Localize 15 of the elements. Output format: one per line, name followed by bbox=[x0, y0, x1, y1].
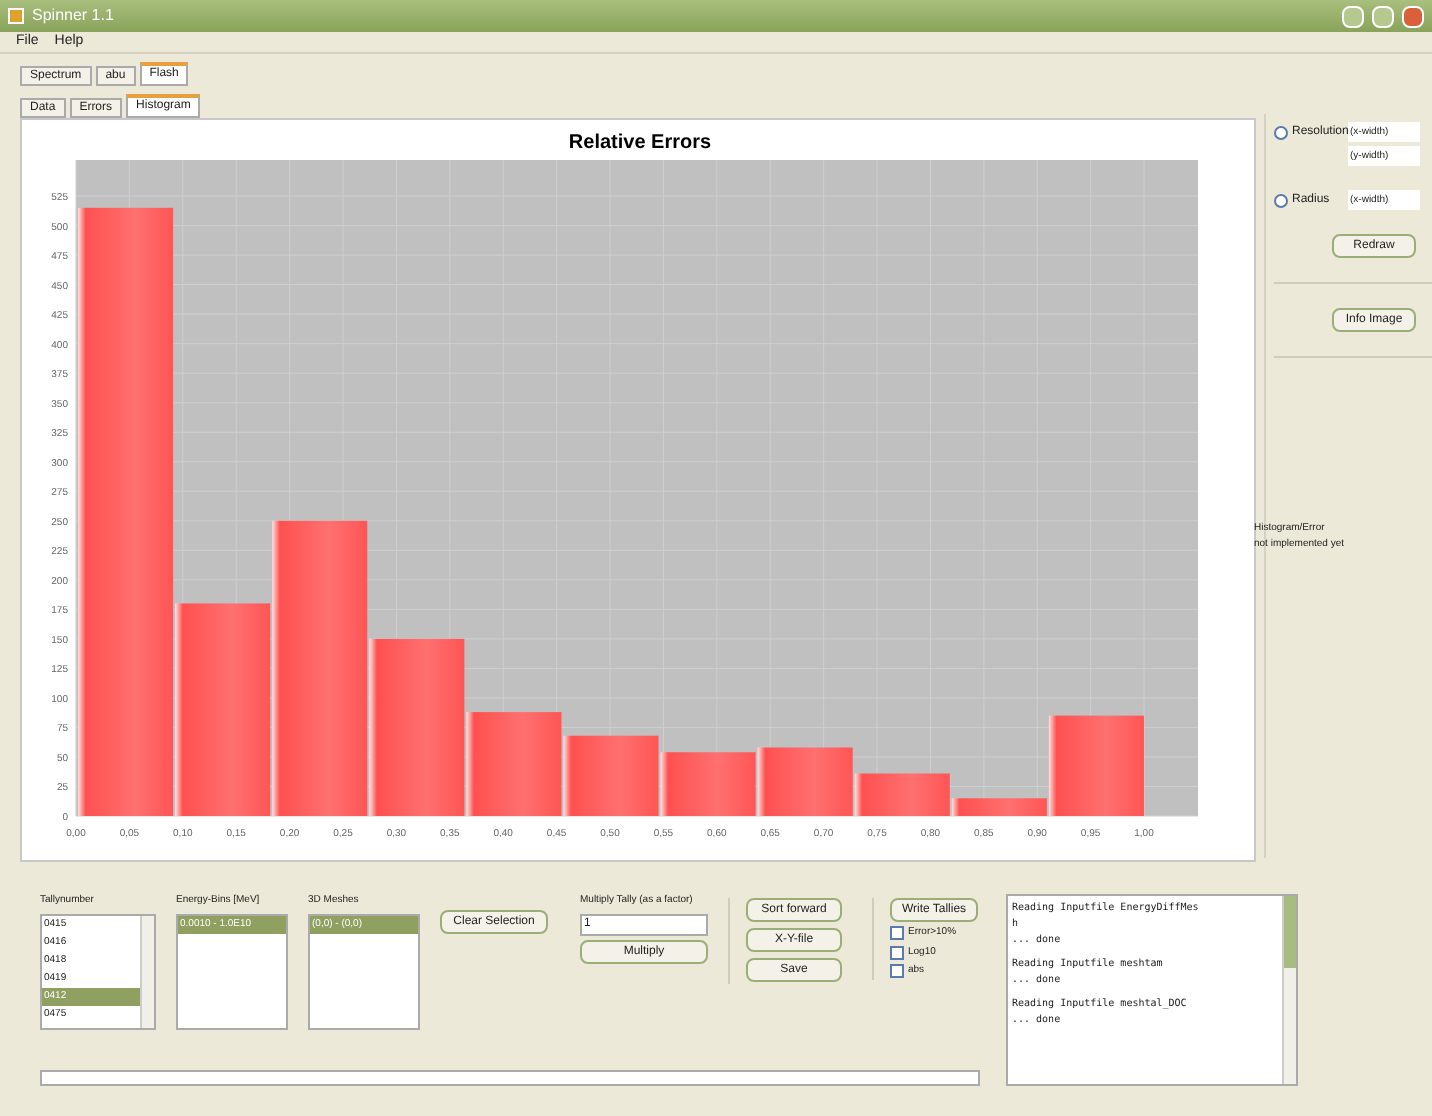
histogram-bar bbox=[660, 752, 756, 816]
minimize-button[interactable] bbox=[1342, 5, 1364, 27]
maximize-button[interactable] bbox=[1372, 5, 1394, 27]
app-icon bbox=[8, 8, 24, 24]
checkbox[interactable] bbox=[890, 926, 904, 941]
chart-title: Relative Errors bbox=[568, 132, 712, 154]
window-title: Spinner 1.1 bbox=[32, 4, 114, 28]
close-button[interactable] bbox=[1402, 5, 1424, 27]
histogram-bar bbox=[563, 735, 659, 816]
radio-button[interactable] bbox=[1274, 126, 1288, 140]
radio-button[interactable] bbox=[1274, 194, 1288, 208]
checkbox[interactable] bbox=[890, 964, 904, 979]
scrollbar[interactable] bbox=[1282, 896, 1296, 1084]
checkbox[interactable] bbox=[890, 945, 904, 960]
scrollbar[interactable] bbox=[140, 915, 154, 1027]
